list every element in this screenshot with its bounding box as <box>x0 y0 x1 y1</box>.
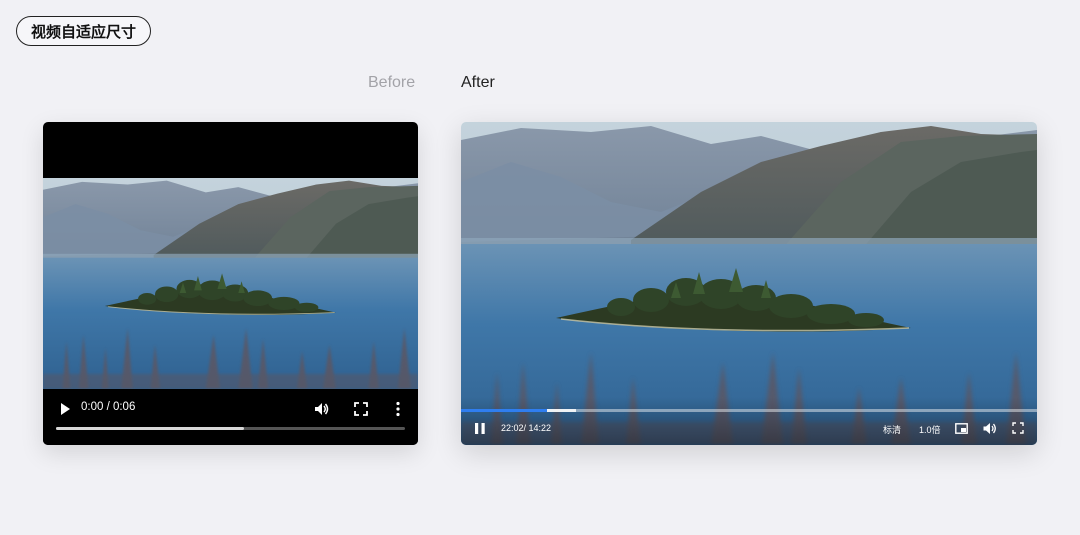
after-progress-bar[interactable] <box>461 409 1037 412</box>
before-progress-fill <box>56 427 245 430</box>
volume-icon[interactable] <box>314 401 330 417</box>
page-title: 视频自适应尺寸 <box>16 16 152 46</box>
before-video-frame[interactable] <box>43 178 418 389</box>
after-buffered-segment <box>547 409 577 412</box>
play-icon[interactable] <box>58 402 72 416</box>
before-time-display: 0:00 / 0:06 <box>81 401 136 413</box>
speed-button[interactable]: 1.0倍 <box>919 423 941 436</box>
page-title-text: 视频自适应尺寸 <box>31 22 137 41</box>
after-time-display: 22:02/ 14:22 <box>501 423 552 433</box>
controls-gradient <box>461 397 1037 445</box>
quality-button[interactable]: 标清 <box>883 423 901 436</box>
after-video-player[interactable]: 22:02/ 14:22 标清 1.0倍 <box>461 122 1037 445</box>
after-label: After <box>461 74 495 91</box>
fullscreen-icon[interactable] <box>1012 422 1024 434</box>
before-label: Before <box>368 74 416 91</box>
fullscreen-icon[interactable] <box>354 402 368 416</box>
more-vertical-icon[interactable] <box>393 401 403 417</box>
picture-in-picture-icon[interactable] <box>955 423 968 434</box>
before-progress-bar[interactable] <box>56 427 405 430</box>
before-controls-bar: 0:00 / 0:06 <box>43 389 418 445</box>
after-progress-fill <box>461 409 548 412</box>
volume-icon[interactable] <box>983 422 997 435</box>
before-video-player[interactable]: 0:00 / 0:06 <box>43 122 418 445</box>
pause-icon[interactable] <box>474 422 486 435</box>
